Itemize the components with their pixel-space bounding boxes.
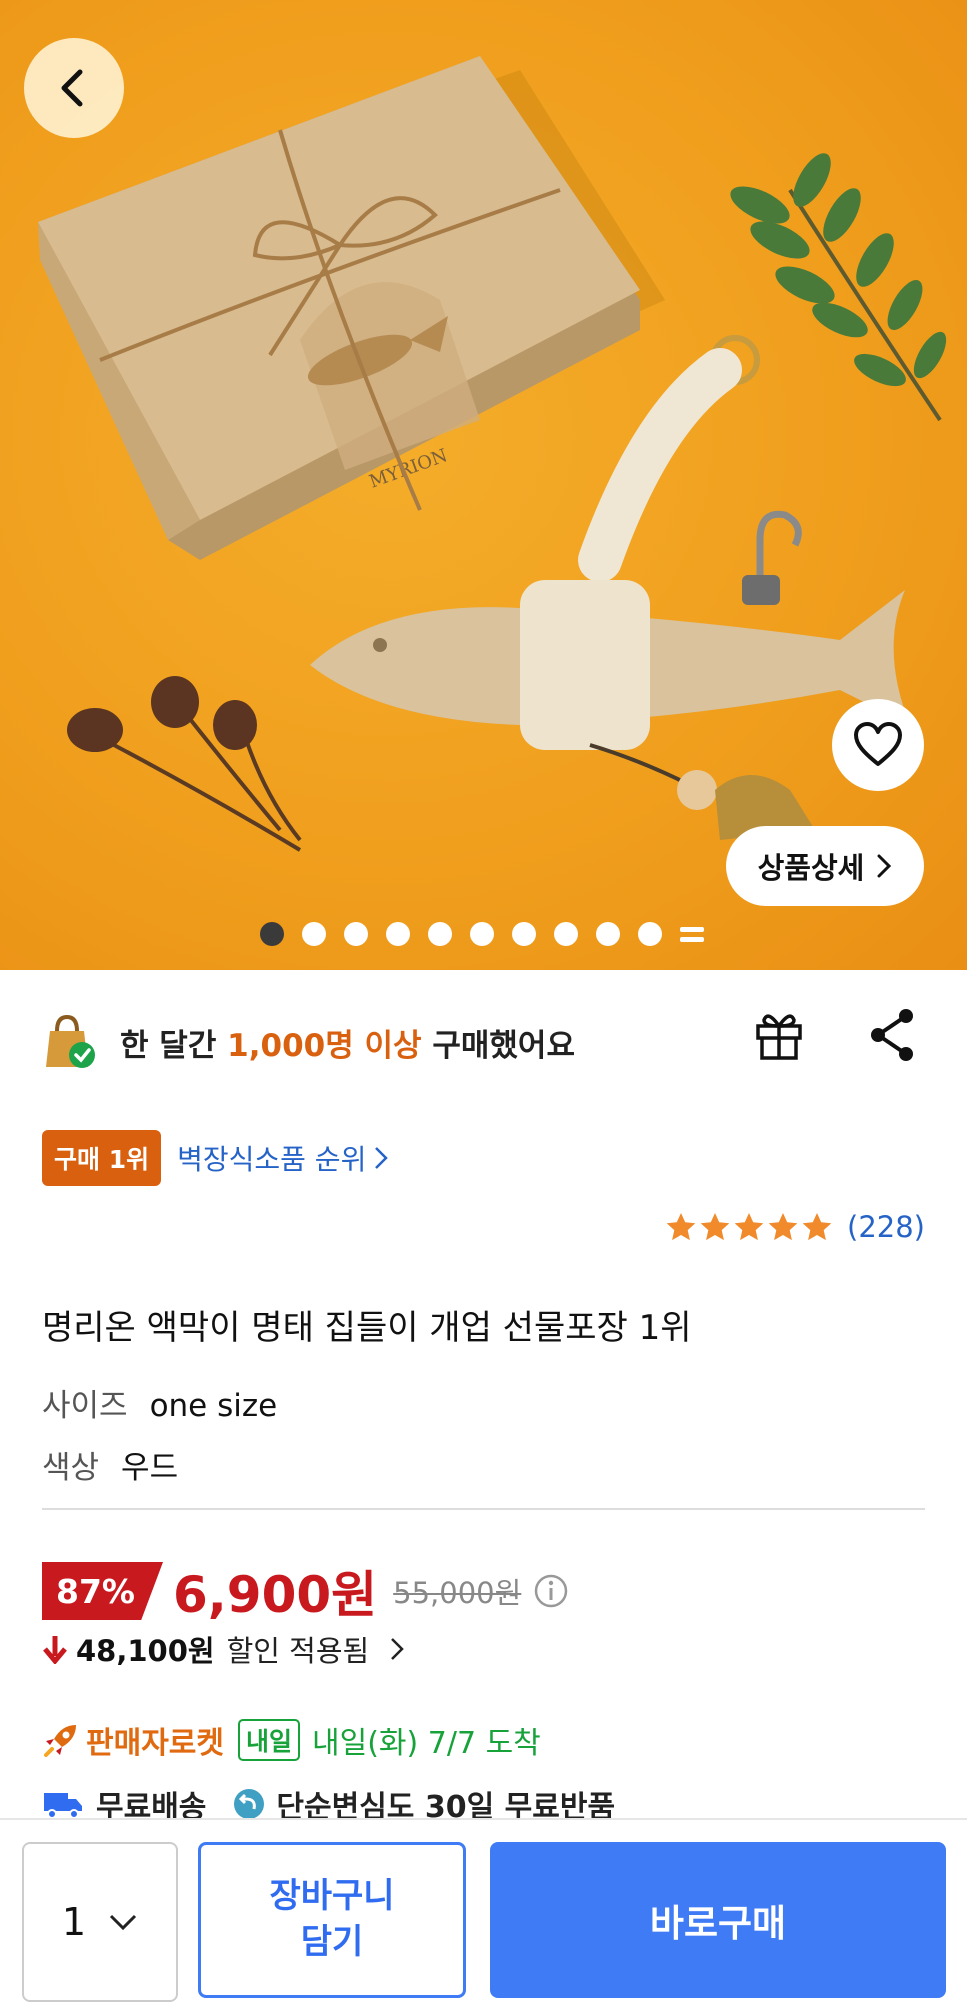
rating-stars <box>665 1211 833 1243</box>
discount-applied-row[interactable]: 48,100원 할인 적용됨 <box>42 1628 405 1670</box>
carousel-dot[interactable] <box>428 922 452 946</box>
carousel-dot[interactable] <box>344 922 368 946</box>
rating-row[interactable]: (228) <box>665 1210 925 1244</box>
arrival-date: 내일(화) 7/7 도착 <box>312 1726 541 1761</box>
original-price: 55,000원 <box>393 1576 522 1610</box>
star-icon <box>734 1213 764 1241</box>
arrow-down-icon <box>43 1636 67 1664</box>
category-rank-link[interactable]: 벽장식소품 순위 <box>177 1138 389 1178</box>
seller-rocket-label: 판매자로켓 <box>86 1726 224 1761</box>
carousel-dot[interactable] <box>554 922 578 946</box>
quantity-value: 1 <box>61 1900 87 1944</box>
carousel-dot[interactable] <box>512 922 536 946</box>
product-photo: MYRION <box>38 56 947 852</box>
divider <box>42 1508 925 1510</box>
star-icon <box>768 1213 798 1241</box>
price-row: 87% 6,900원 55,000원 <box>42 1555 569 1627</box>
discount-badge: 87% <box>42 1562 163 1620</box>
review-count[interactable]: (228) <box>847 1210 925 1244</box>
carousel-dot[interactable] <box>386 922 410 946</box>
bottom-action-bar: 1 장바구니 담기 바로구매 <box>0 1818 967 2015</box>
option-color-value: 우드 <box>121 1450 179 1486</box>
product-detail-label: 상품상세 <box>757 851 865 885</box>
carousel-dot[interactable] <box>596 922 620 946</box>
carousel-indicator[interactable] <box>260 922 704 946</box>
carousel-dot[interactable] <box>470 922 494 946</box>
product-image-carousel[interactable]: MYRION 상품상세 <box>0 0 967 970</box>
quantity-select[interactable]: 1 <box>22 1842 178 2002</box>
product-detail-button[interactable]: 상품상세 <box>726 826 924 906</box>
option-size-key: 사이즈 <box>42 1388 128 1424</box>
discount-applied-label: 할인 적용됨 <box>226 1634 370 1668</box>
info-icon[interactable] <box>533 1573 569 1609</box>
star-icon <box>666 1213 696 1241</box>
sale-price: 6,900원 <box>173 1566 378 1624</box>
option-size-value: one size <box>149 1388 278 1424</box>
heart-icon <box>854 722 902 766</box>
back-button[interactable] <box>24 38 124 138</box>
return-icon <box>234 1789 265 1819</box>
discount-amount: 48,100원 <box>76 1634 215 1668</box>
share-icon[interactable] <box>866 1006 918 1064</box>
rocket-icon <box>44 1725 76 1757</box>
option-color-key: 색상 <box>42 1450 100 1486</box>
purchase-stats-row: 한 달간 1,000명 이상 구매했어요 <box>42 1009 922 1074</box>
option-size: 사이즈 one size <box>42 1380 277 1425</box>
product-title: 명리온 액막이 명태 집들이 개업 선물포장 1위 <box>42 1308 692 1348</box>
add-to-cart-button[interactable]: 장바구니 담기 <box>198 1842 466 1998</box>
tomorrow-badge: 내일 <box>238 1719 301 1761</box>
delivery-row: 판매자로켓 내일 내일(화) 7/7 도착 <box>42 1718 541 1762</box>
chevron-down-icon <box>110 1914 137 1931</box>
carousel-more-indicator[interactable] <box>680 922 704 946</box>
chevron-right-icon <box>391 1638 404 1660</box>
chevron-left-icon <box>61 69 83 107</box>
rank-row: 구매 1위 벽장식소품 순위 <box>42 1130 389 1186</box>
chevron-right-icon <box>375 1147 389 1169</box>
wishlist-button[interactable] <box>832 699 924 791</box>
carousel-dot[interactable] <box>260 922 284 946</box>
truck-icon <box>44 1793 82 1819</box>
buy-now-button[interactable]: 바로구매 <box>490 1842 946 1998</box>
star-icon <box>802 1213 832 1241</box>
rank-badge: 구매 1위 <box>42 1130 162 1186</box>
gift-icon[interactable] <box>750 1006 808 1064</box>
category-rank-label: 벽장식소품 순위 <box>177 1143 367 1176</box>
chevron-right-icon <box>877 854 892 878</box>
purchase-stats-text: 한 달간 1,000명 이상 구매했어요 <box>120 1027 575 1064</box>
option-color: 색상 우드 <box>42 1442 178 1487</box>
carousel-dot[interactable] <box>302 922 326 946</box>
shopping-bag-check-icon <box>46 1014 95 1068</box>
carousel-dot[interactable] <box>638 922 662 946</box>
star-icon <box>700 1213 730 1241</box>
